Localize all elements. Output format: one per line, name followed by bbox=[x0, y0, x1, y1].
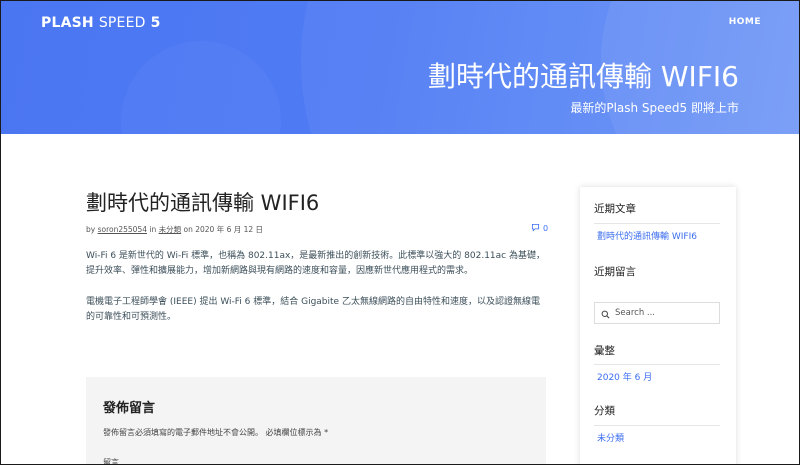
category-link[interactable]: 未分類 bbox=[597, 431, 624, 444]
header-decoration bbox=[121, 41, 281, 134]
divider bbox=[594, 425, 720, 426]
nav-home-link[interactable]: HOME bbox=[729, 17, 761, 27]
meta-date: on 2020 年 6 月 12 日 bbox=[183, 225, 264, 234]
recent-post-link[interactable]: 劃時代的通訊傳輸 WIFI6 bbox=[597, 229, 697, 242]
comment-field-label: 留言 bbox=[103, 458, 119, 465]
divider bbox=[594, 223, 720, 224]
comment-count-link[interactable]: 0 bbox=[531, 223, 548, 234]
site-title-part: SPEED bbox=[98, 15, 146, 31]
divider bbox=[594, 364, 720, 365]
hero-subtitle: 最新的Plash Speed5 即將上市 bbox=[570, 101, 739, 115]
site-header: PLASH SPEED 5 HOME 劃時代的通訊傳輸 WIFI6 最新的Pla… bbox=[1, 1, 799, 134]
site-title-link[interactable]: PLASH SPEED 5 bbox=[41, 15, 161, 31]
post-meta: by soron255054 in 未分類 on 2020 年 6 月 12 日 bbox=[86, 224, 263, 235]
comment-bubble-icon bbox=[531, 223, 540, 234]
archive-link[interactable]: 2020 年 6 月 bbox=[597, 370, 652, 383]
author-link[interactable]: soron255054 bbox=[98, 225, 147, 234]
search-icon bbox=[601, 304, 610, 323]
hero-title: 劃時代的通訊傳輸 WIFI6 bbox=[427, 60, 739, 93]
post-title[interactable]: 劃時代的通訊傳輸 WIFI6 bbox=[86, 187, 319, 217]
comment-form: 發佈留言 發佈留言必須填寫的電子郵件地址不會公開。 必填欄位標示為 * 留言 bbox=[86, 377, 546, 465]
sidebar: 近期文章 劃時代的通訊傳輸 WIFI6 近期留言 彙整 2020 年 6 月 分… bbox=[580, 187, 736, 464]
archives-heading: 彙整 bbox=[594, 345, 615, 357]
comment-form-title: 發佈留言 bbox=[103, 401, 156, 416]
search-field[interactable] bbox=[594, 302, 720, 324]
post-paragraph: Wi-Fi 6 是新世代的 Wi-Fi 標準，也稱為 802.11ax，是最新推… bbox=[86, 251, 545, 276]
category-link[interactable]: 未分類 bbox=[159, 225, 182, 234]
comment-count: 0 bbox=[543, 224, 549, 233]
site-title-part: PLASH bbox=[41, 15, 94, 31]
site-title-part: 5 bbox=[150, 15, 161, 31]
meta-by: by bbox=[86, 225, 96, 234]
post-paragraph: 電機電子工程師學會 (IEEE) 提出 Wi-Fi 6 標準，結合 Gigabi… bbox=[86, 297, 540, 322]
meta-in: in bbox=[149, 225, 157, 234]
categories-heading: 分類 bbox=[594, 405, 615, 417]
page-frame: PLASH SPEED 5 HOME 劃時代的通訊傳輸 WIFI6 最新的Pla… bbox=[0, 0, 800, 465]
comment-form-note: 發佈留言必須填寫的電子郵件地址不會公開。 必填欄位標示為 * bbox=[103, 428, 329, 437]
search-input[interactable] bbox=[615, 308, 715, 318]
recent-posts-heading: 近期文章 bbox=[594, 203, 636, 215]
recent-comments-heading: 近期留言 bbox=[594, 266, 636, 278]
